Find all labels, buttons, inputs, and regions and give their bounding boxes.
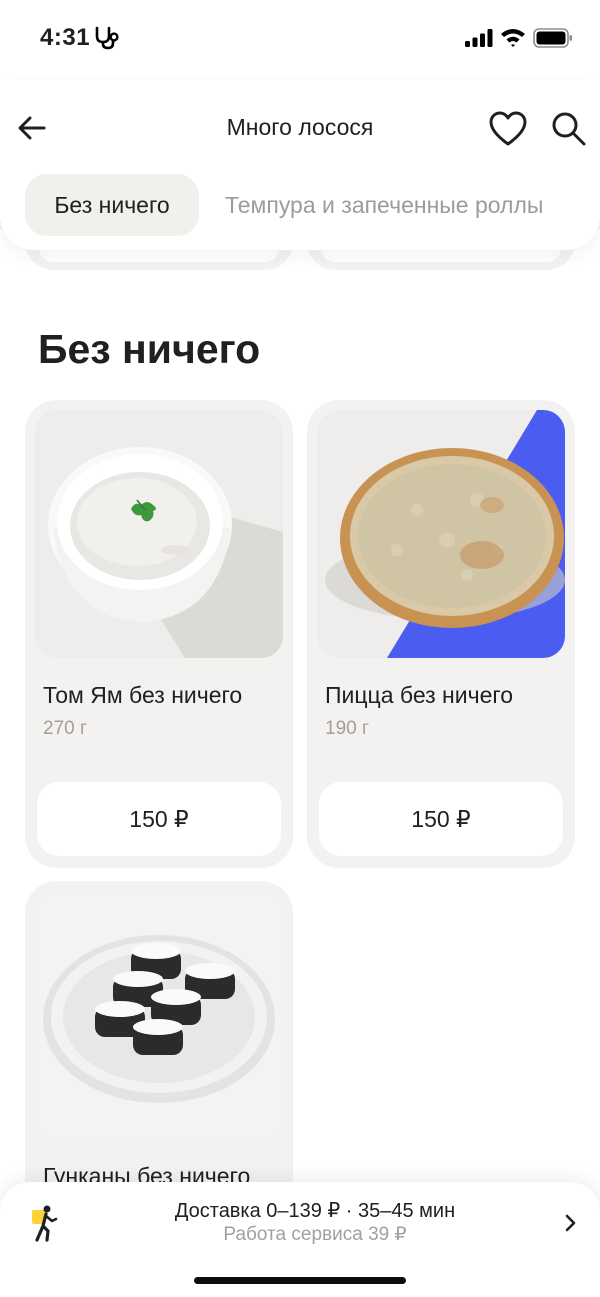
wifi-icon [501,29,525,47]
soup-bowl-icon[interactable] [35,410,283,658]
product-card[interactable]: Пицца без ничего 190 г 150 ₽ [307,400,575,868]
product-card[interactable]: Гунканы без ничего [25,881,293,1210]
delivery-info-bar[interactable]: Доставка 0–139 ₽ · 35–45 мин Работа серв… [0,1182,600,1297]
product-weight: 270 г [43,718,87,739]
courier-icon [32,1205,58,1242]
gunkan-plate-icon[interactable] [35,891,283,1139]
category-chip[interactable]: Темпура и запеченные роллы [225,174,543,236]
header: Много лосося Без ничего Темпура и запече… [0,80,600,250]
product-name: Пицца без ничего [325,682,514,708]
product-name: Том Ям без ничего [43,682,243,708]
price-button[interactable]: 150 ₽ [37,782,281,856]
home-indicator [194,1277,406,1284]
delivery-fee-text: Работа сервиса 39 ₽ [223,1224,407,1245]
section-title: Без ничего [38,326,261,372]
page-title: Много лосося [226,114,374,140]
search-icon[interactable] [550,110,588,148]
status-time: 4:31 [40,24,91,51]
heart-icon[interactable] [488,110,528,148]
category-chip-active[interactable]: Без ничего [25,174,199,236]
chevron-right-icon[interactable] [563,1212,579,1234]
back-arrow-icon[interactable] [14,110,50,146]
product-card[interactable]: Том Ям без ничего 270 г 150 ₽ [25,400,293,868]
battery-icon [533,28,572,48]
product-scroll-area[interactable]: Без ничего Том Ям без ничего 270 г 150 ₽ [0,230,600,1210]
pizza-icon[interactable] [317,410,565,658]
health-icon [95,26,119,50]
product-weight: 190 г [325,718,369,739]
status-bar: 4:31 [0,0,600,80]
price-button[interactable]: 150 ₽ [319,782,563,856]
signal-icon [465,29,493,47]
delivery-main-text: Доставка 0–139 ₽ · 35–45 мин [174,1200,456,1222]
